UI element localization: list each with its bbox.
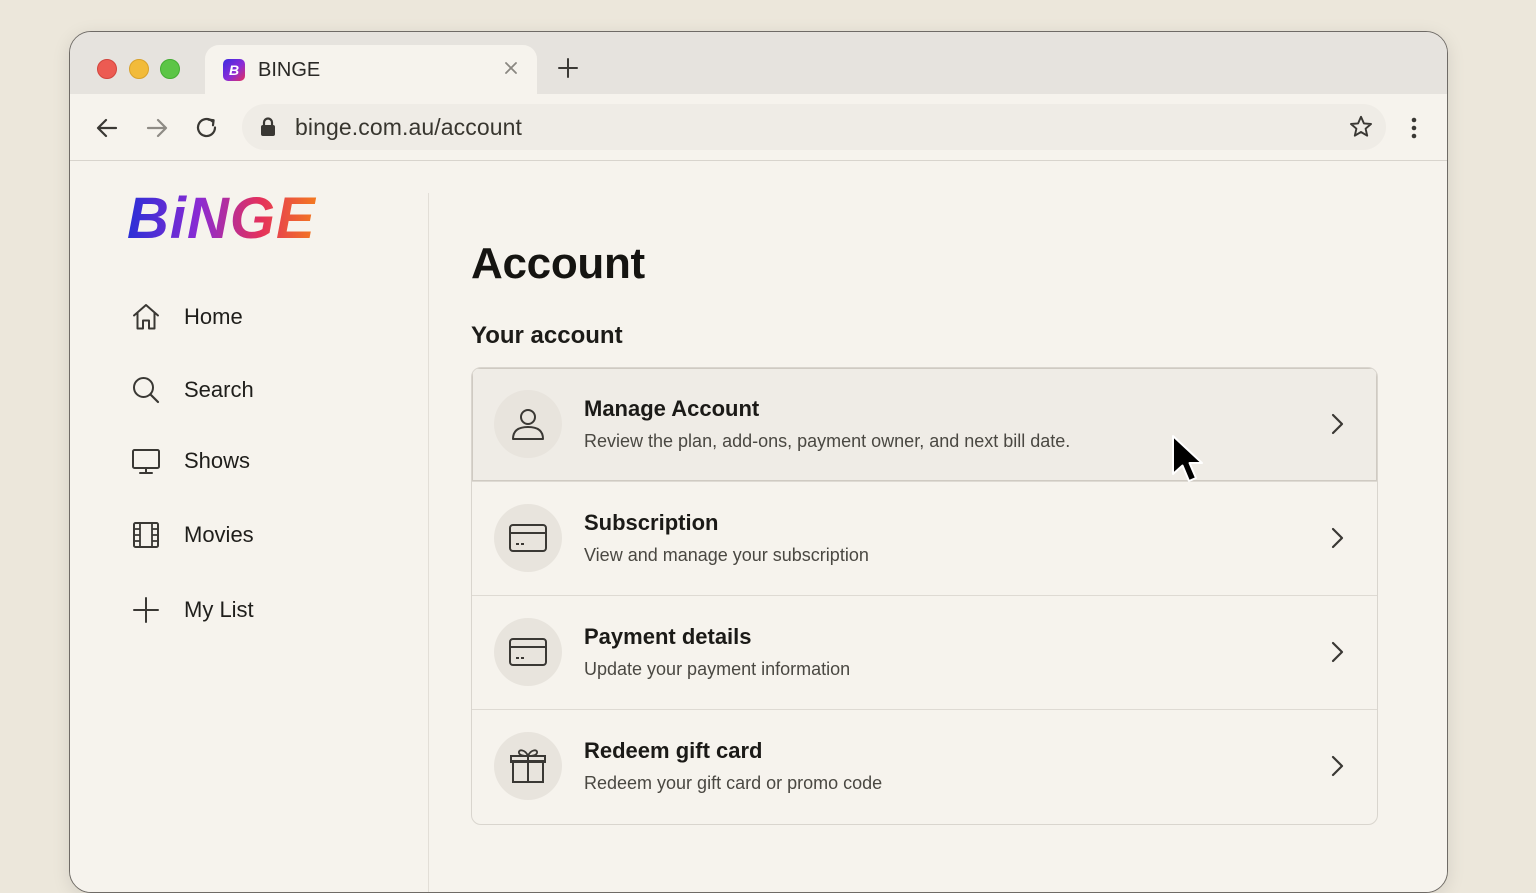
row-subtitle: Redeem your gift card or promo code (584, 773, 883, 793)
tab-title: BINGE (258, 59, 321, 81)
card-icon (509, 524, 547, 552)
icon-circle (494, 732, 562, 800)
sidebar-item-label: Movies (184, 522, 254, 547)
sidebar-item-search[interactable]: Search (130, 370, 254, 410)
page-title: Account (471, 239, 645, 288)
more-menu-icon[interactable] (1401, 115, 1427, 141)
binge-favicon-icon: B (223, 59, 245, 81)
page-content: BiNGE Home Search Shows Movies My List A… (70, 161, 1447, 892)
sidebar-item-movies[interactable]: Movies (130, 515, 254, 555)
back-arrow-icon[interactable] (94, 115, 120, 141)
plus-icon (133, 597, 159, 623)
row-subtitle: Update your payment information (584, 659, 851, 679)
browser-window: B BINGE binge.com.au/account BiNGE Home … (69, 31, 1448, 893)
row-subtitle: Review the plan, add-ons, payment owner,… (584, 431, 1071, 451)
close-window-button[interactable] (97, 59, 117, 79)
chevron-right-icon (1331, 527, 1344, 549)
maximize-window-button[interactable] (160, 59, 180, 79)
section-title: Your account (471, 322, 623, 349)
sidebar-item-label: Home (184, 304, 243, 329)
redeem-gift-card-row[interactable]: Redeem gift card Redeem your gift card o… (472, 710, 1377, 823)
tab-strip: B BINGE (70, 32, 1447, 95)
user-icon (512, 409, 544, 440)
search-icon (133, 377, 160, 404)
home-icon (133, 304, 159, 330)
tv-icon (132, 449, 160, 474)
sidebar-item-label: My List (184, 597, 254, 622)
minimize-window-button[interactable] (129, 59, 149, 79)
bookmark-star-icon[interactable] (1348, 114, 1374, 140)
payment-details-row[interactable]: Payment details Update your payment info… (472, 596, 1377, 710)
icon-circle (494, 504, 562, 572)
forward-arrow-icon[interactable] (144, 115, 170, 141)
sidebar-item-home[interactable]: Home (130, 297, 243, 337)
sidebar: BiNGE Home Search Shows Movies My List (70, 161, 429, 892)
reload-icon[interactable] (194, 115, 220, 141)
film-icon (133, 522, 159, 548)
row-title: Redeem gift card (584, 738, 763, 763)
browser-toolbar: binge.com.au/account (70, 94, 1447, 161)
main-panel: Account Your account Manage Account Revi… (471, 161, 1447, 892)
svg-text:BiNGE: BiNGE (127, 189, 317, 245)
address-bar[interactable]: binge.com.au/account (242, 104, 1386, 150)
card-icon (509, 638, 547, 666)
new-tab-icon[interactable] (556, 56, 580, 80)
mouse-pointer-icon (1172, 435, 1203, 482)
sidebar-item-label: Search (184, 377, 254, 402)
account-options-list: Manage Account Review the plan, add-ons,… (471, 367, 1378, 825)
chevron-right-icon (1331, 641, 1344, 663)
lock-icon (261, 117, 275, 136)
gift-icon (510, 749, 546, 783)
close-icon[interactable] (501, 58, 521, 78)
sidebar-item-my-list[interactable]: My List (130, 590, 254, 630)
row-title: Payment details (584, 624, 752, 649)
chevron-right-icon (1331, 755, 1344, 777)
binge-logo[interactable]: BiNGE (125, 189, 337, 245)
sidebar-item-shows[interactable]: Shows (130, 441, 250, 481)
manage-account-row[interactable]: Manage Account Review the plan, add-ons,… (472, 368, 1377, 482)
chevron-right-icon (1331, 413, 1344, 435)
sidebar-divider (428, 193, 429, 892)
subscription-row[interactable]: Subscription View and manage your subscr… (472, 482, 1377, 596)
sidebar-item-label: Shows (184, 448, 251, 473)
browser-tab[interactable]: B BINGE (205, 45, 537, 95)
url-text: binge.com.au/account (295, 114, 523, 140)
icon-circle (494, 390, 562, 458)
row-subtitle: View and manage your subscription (584, 545, 869, 565)
row-title: Manage Account (584, 396, 760, 421)
icon-circle (494, 618, 562, 686)
row-title: Subscription (584, 510, 719, 535)
